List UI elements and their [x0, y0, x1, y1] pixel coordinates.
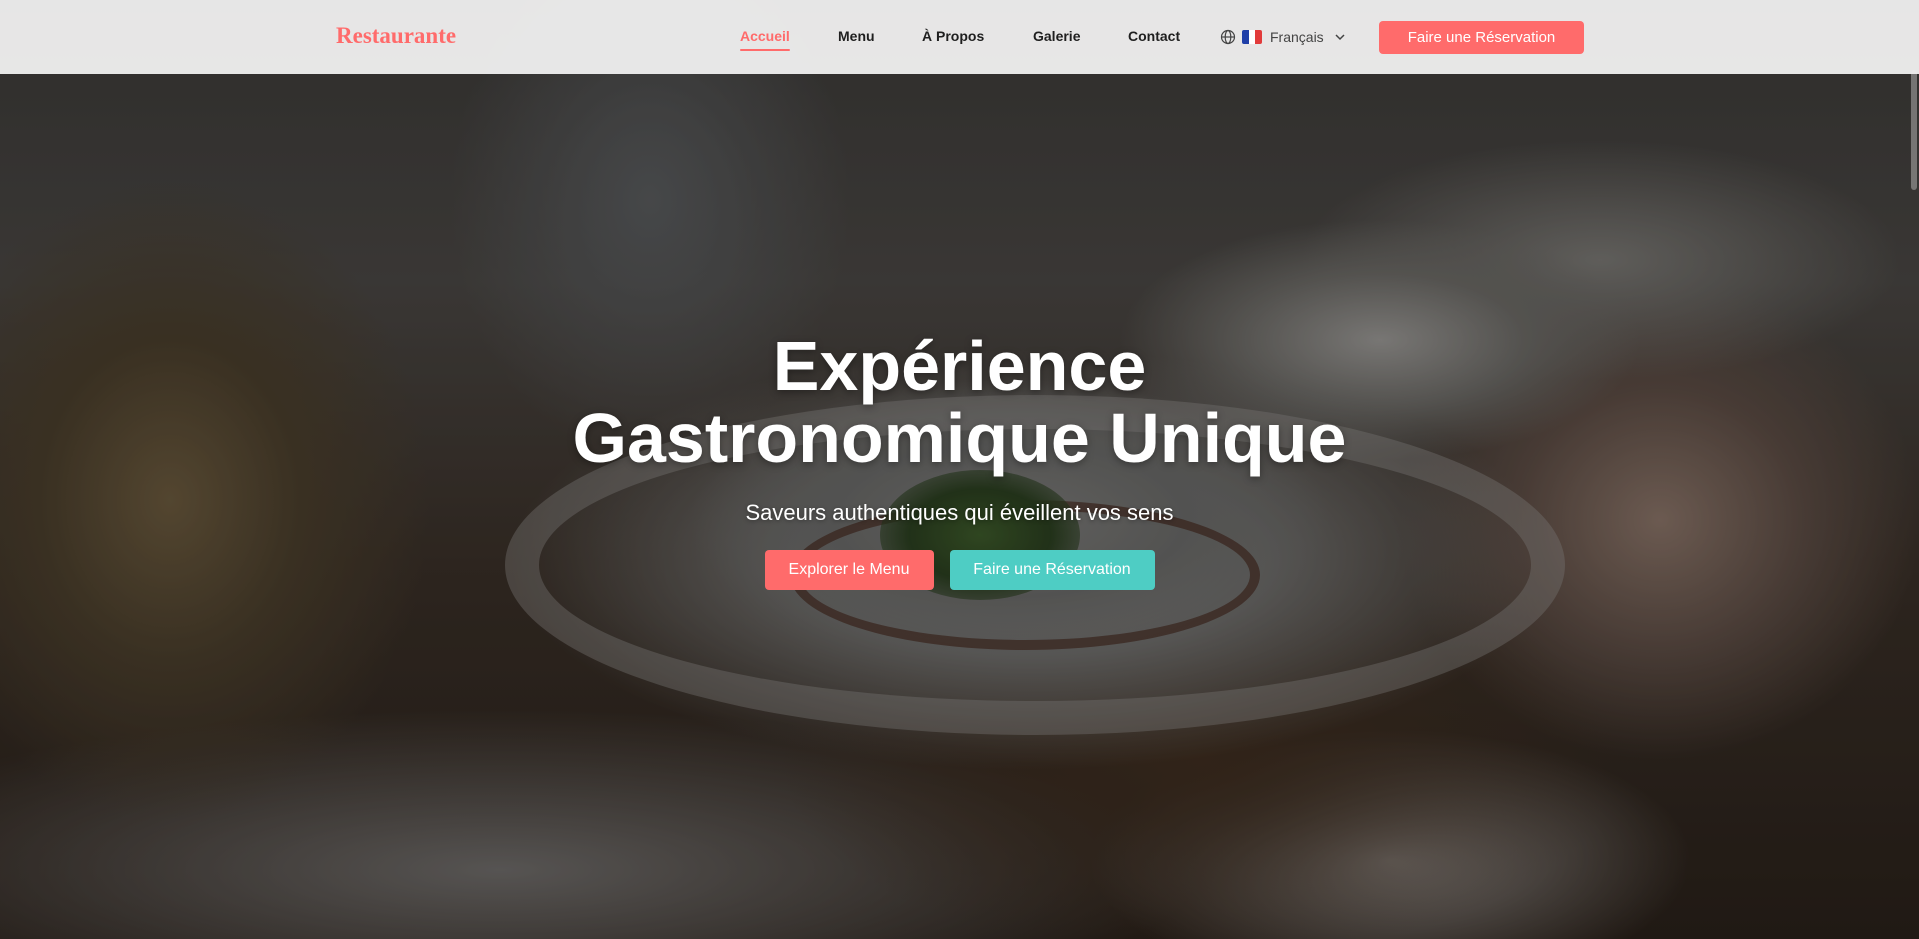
nav-item-menu[interactable]: Menu	[838, 28, 875, 44]
globe-icon	[1220, 29, 1236, 45]
nav-active-underline	[740, 49, 790, 51]
france-flag-icon	[1242, 30, 1262, 44]
hero-section: Expérience Gastronomique Unique Saveurs …	[0, 0, 1919, 939]
hero-reservation-button[interactable]: Faire une Réservation	[949, 550, 1155, 590]
hero-content: Expérience Gastronomique Unique Saveurs …	[0, 330, 1919, 590]
hero-title-line-1: Expérience	[772, 327, 1147, 405]
nav-item-galerie[interactable]: Galerie	[1033, 28, 1080, 44]
page-scrollbar[interactable]	[1911, 70, 1917, 190]
nav-item-contact[interactable]: Contact	[1128, 28, 1180, 44]
language-label: Français	[1270, 29, 1324, 45]
nav-item-accueil[interactable]: Accueil	[740, 28, 790, 44]
language-selector[interactable]: Français	[1220, 25, 1346, 49]
explore-menu-button[interactable]: Explorer le Menu	[764, 550, 934, 590]
navbar: Restaurante Accueil Menu À Propos Galeri…	[0, 0, 1919, 74]
hero-buttons: Explorer le Menu Faire une Réservation	[0, 550, 1919, 590]
hero-title-line-2: Gastronomique Unique	[572, 399, 1347, 477]
nav-item-a-propos[interactable]: À Propos	[922, 28, 984, 44]
logo[interactable]: Restaurante	[336, 23, 456, 49]
nav-reservation-button[interactable]: Faire une Réservation	[1379, 21, 1584, 54]
hero-subtitle: Saveurs authentiques qui éveillent vos s…	[745, 500, 1174, 525]
hero-title: Expérience Gastronomique Unique	[0, 330, 1919, 474]
chevron-down-icon	[1335, 34, 1345, 41]
